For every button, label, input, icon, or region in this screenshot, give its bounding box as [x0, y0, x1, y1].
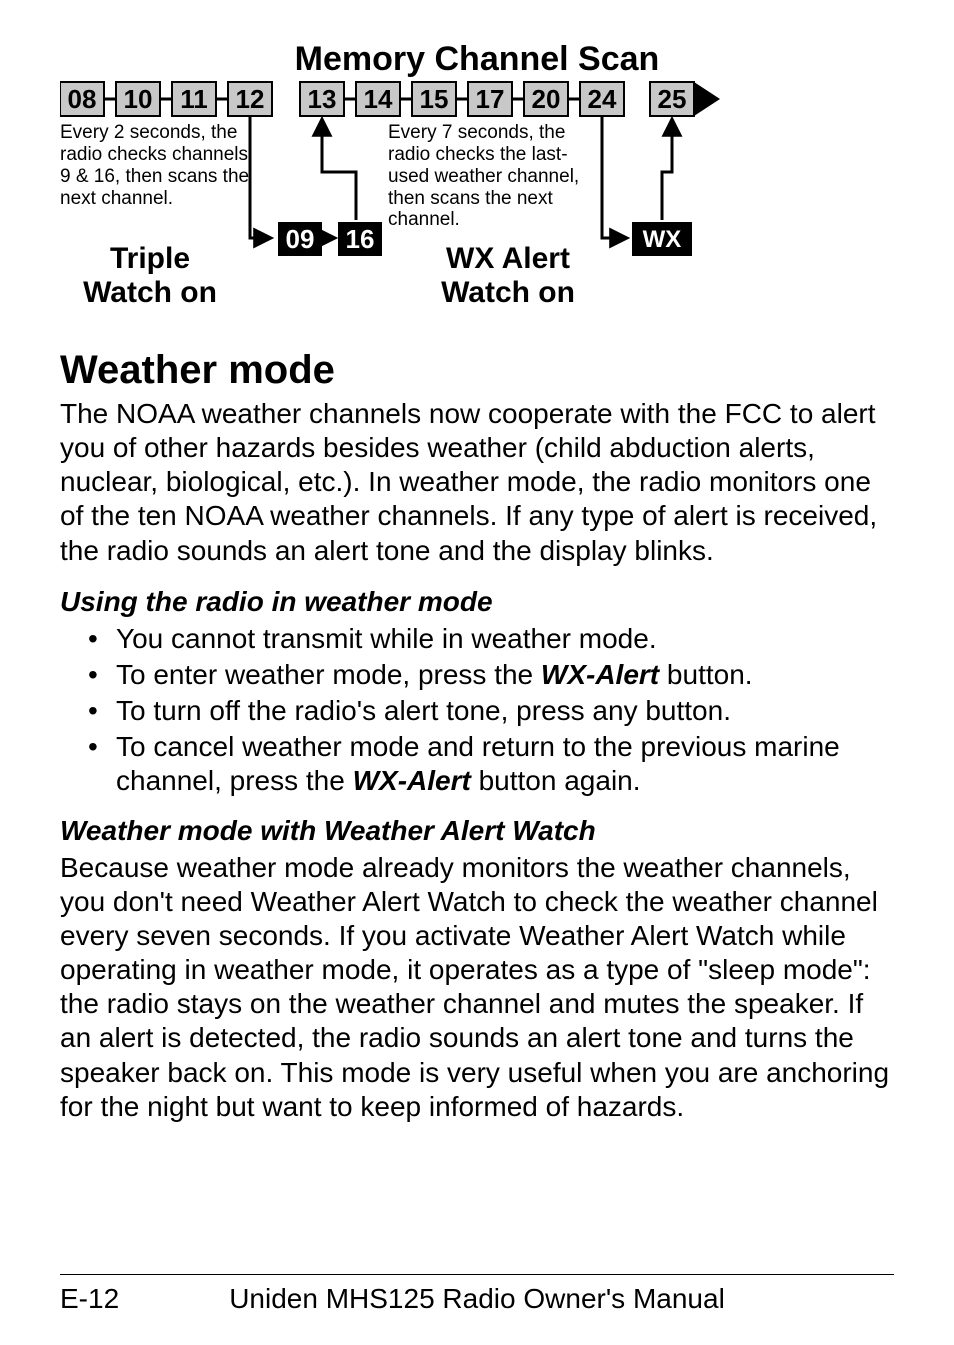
list-item: To enter weather mode, press the WX-Aler… — [94, 658, 894, 692]
text: button. — [659, 659, 752, 690]
channel-box: 10 — [116, 82, 160, 116]
list-item: You cannot transmit while in weather mod… — [94, 622, 894, 656]
weather-alert-watch-heading: Weather mode with Weather Alert Watch — [60, 815, 894, 847]
svg-text:25: 25 — [658, 84, 687, 114]
channel-box: 14 — [356, 82, 400, 116]
wx-alert-button-ref: WX-Alert — [541, 659, 659, 690]
weather-alert-watch-paragraph: Because weather mode already monitors th… — [60, 851, 894, 1124]
svg-text:09: 09 — [286, 224, 315, 254]
svg-text:12: 12 — [236, 84, 265, 114]
triple-watch-label: Watch on — [83, 276, 217, 309]
diagram-title: Memory Channel Scan — [295, 40, 660, 78]
weather-mode-heading: Weather mode — [60, 348, 894, 393]
using-radio-weather-heading: Using the radio in weather mode — [60, 586, 894, 618]
diagram-left-desc: Every 2 seconds, the radio checks channe… — [60, 122, 250, 209]
svg-text:17: 17 — [476, 84, 505, 114]
svg-text:15: 15 — [420, 84, 449, 114]
channel-box: WX — [632, 222, 692, 256]
channel-box: 24 — [580, 82, 624, 116]
list-item: To cancel weather mode and return to the… — [94, 730, 894, 798]
svg-text:11: 11 — [180, 84, 208, 114]
channel-box: 11 — [172, 82, 216, 116]
svg-text:WX: WX — [643, 226, 682, 253]
page-footer: E-12 Uniden MHS125 Radio Owner's Manual — [60, 1275, 894, 1315]
svg-text:16: 16 — [346, 224, 375, 254]
channel-box: 08 — [60, 82, 104, 116]
triple-watch-label: Triple — [110, 242, 190, 275]
continue-arrow-icon — [694, 82, 720, 116]
channel-box: 16 — [338, 222, 382, 256]
document-title: Uniden MHS125 Radio Owner's Manual — [60, 1283, 894, 1315]
svg-text:20: 20 — [532, 84, 561, 114]
channel-box: 25 — [650, 82, 694, 116]
svg-text:14: 14 — [364, 84, 393, 114]
memory-channel-scan-diagram: Memory Channel Scan 08 10 11 12 13 14 15… — [60, 40, 894, 320]
list-item: To turn off the radio's alert tone, pres… — [94, 694, 894, 728]
channel-box: 15 — [412, 82, 456, 116]
wx-alert-watch-label: WX Alert — [446, 242, 570, 275]
svg-text:10: 10 — [124, 84, 153, 114]
wx-alert-button-ref: WX-Alert — [353, 765, 471, 796]
text: To enter weather mode, press the — [116, 659, 541, 690]
wx-alert-watch-label: Watch on — [441, 276, 575, 309]
channel-box: 17 — [468, 82, 512, 116]
channel-box: 09 — [278, 222, 322, 256]
svg-text:13: 13 — [308, 84, 337, 114]
text: button again. — [471, 765, 641, 796]
weather-mode-paragraph: The NOAA weather channels now cooperate … — [60, 397, 894, 568]
channel-box: 12 — [228, 82, 272, 116]
using-radio-weather-list: You cannot transmit while in weather mod… — [60, 622, 894, 801]
svg-text:08: 08 — [68, 84, 97, 114]
svg-text:24: 24 — [588, 84, 617, 114]
diagram-right-desc: Every 7 seconds, the radio checks the la… — [388, 122, 608, 231]
channel-box: 13 — [300, 82, 344, 116]
channel-box: 20 — [524, 82, 568, 116]
